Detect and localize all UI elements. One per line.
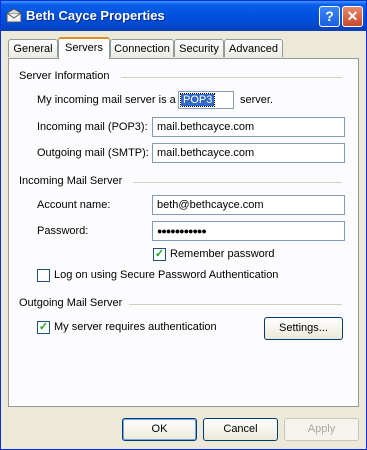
title-bar[interactable]: Beth Cayce Properties ? ✕ (1, 1, 366, 31)
incoming-mail-server-heading: Incoming Mail Server (19, 175, 123, 187)
server-type-value: POP3 (179, 93, 216, 107)
account-name-label: Account name: (37, 199, 111, 211)
spa-label[interactable]: Log on using Secure Password Authenticat… (54, 269, 278, 281)
account-name-field[interactable]: beth@bethcayce.com (152, 195, 345, 215)
settings-button[interactable]: Settings... (264, 317, 343, 340)
server-information-heading: Server Information (19, 70, 110, 82)
server-type-select[interactable]: POP3 (178, 91, 234, 109)
close-button[interactable]: ✕ (342, 6, 363, 27)
incoming-mail-field[interactable]: mail.bethcayce.com (152, 117, 345, 137)
requires-auth-label[interactable]: My server requires authentication (54, 321, 217, 333)
cancel-button[interactable]: Cancel (203, 418, 278, 441)
incoming-mail-label: Incoming mail (POP3): (37, 121, 148, 133)
tab-connection[interactable]: Connection (110, 39, 174, 57)
divider (121, 77, 342, 78)
help-button[interactable]: ? (319, 6, 340, 27)
outgoing-mail-label: Outgoing mail (SMTP): (37, 147, 149, 159)
tab-general[interactable]: General (8, 39, 58, 57)
outgoing-mail-field[interactable]: mail.bethcayce.com (152, 143, 345, 163)
remember-password-checkbox[interactable]: ✓ (153, 248, 166, 261)
password-field[interactable]: ●●●●●●●●●●● (152, 221, 345, 241)
divider (133, 182, 342, 183)
mail-account-icon (6, 8, 22, 23)
divider (129, 304, 342, 305)
window-title: Beth Cayce Properties (26, 8, 165, 23)
spa-checkbox[interactable] (37, 269, 50, 282)
requires-auth-checkbox[interactable]: ✓ (37, 321, 50, 334)
servers-panel: Server Information My incoming mail serv… (8, 58, 359, 407)
apply-button[interactable]: Apply (284, 418, 359, 441)
remember-password-label[interactable]: Remember password (170, 248, 275, 260)
tab-security[interactable]: Security (174, 39, 224, 57)
properties-dialog: Beth Cayce Properties ? ✕ General Server… (0, 0, 367, 450)
incoming-server-type-suffix: server. (240, 94, 274, 106)
password-label: Password: (37, 225, 89, 237)
tab-servers[interactable]: Servers (58, 37, 110, 59)
tab-advanced[interactable]: Advanced (224, 39, 283, 57)
ok-button[interactable]: OK (122, 418, 197, 441)
outgoing-mail-server-heading: Outgoing Mail Server (19, 297, 123, 309)
incoming-server-type-prefix: My incoming mail server is a (37, 94, 176, 106)
